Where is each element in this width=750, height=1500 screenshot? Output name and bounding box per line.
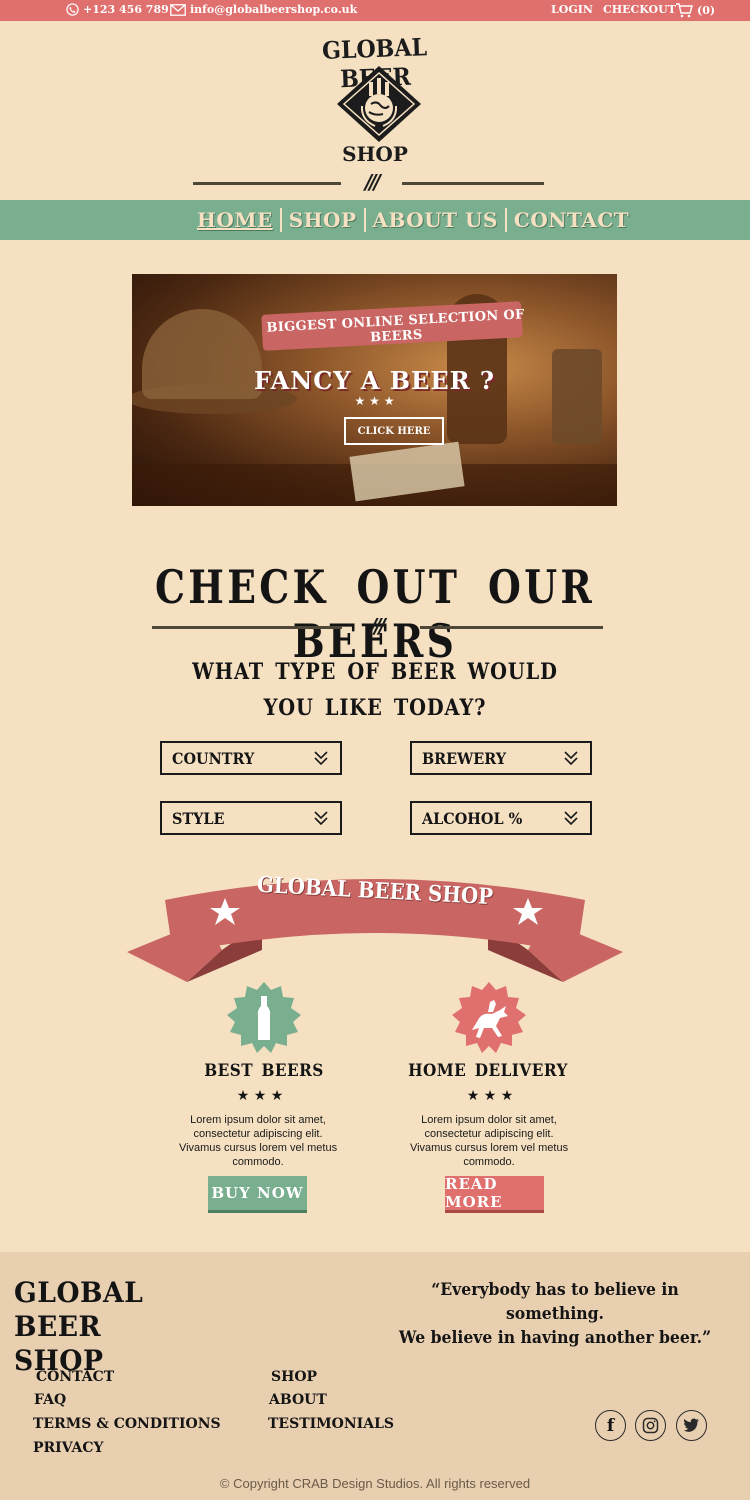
footer-quote-line-1: “Everybody has to believe in something.	[431, 1280, 679, 1324]
style-select[interactable]: STYLE	[160, 801, 342, 835]
footer-brand: GLOBAL BEER SHOP	[14, 1276, 223, 1378]
phone-number: +123 456 789	[83, 3, 169, 16]
instagram-icon[interactable]	[635, 1410, 666, 1441]
nav-shop[interactable]: SHOP	[282, 208, 364, 232]
buy-now-button[interactable]: BUY NOW	[208, 1176, 307, 1210]
double-chevron-down-icon	[314, 751, 328, 766]
beer-question: WHAT TYPE OF BEER WOULD YOU LIKE TODAY?	[45, 654, 705, 726]
country-select[interactable]: COUNTRY	[160, 741, 342, 775]
double-chevron-down-icon	[564, 811, 578, 826]
heading-divider-slashes: ///	[370, 614, 386, 638]
footer-link-faq[interactable]: FAQ	[34, 1392, 66, 1408]
best-beers-description: Lorem ipsum dolor sit amet, consectetur …	[178, 1114, 338, 1168]
footer-quote: “Everybody has to believe in something. …	[394, 1278, 716, 1350]
hero-headline: FANCY A BEER ?	[254, 366, 495, 395]
best-beers-stars: ★ ★ ★	[236, 1088, 284, 1104]
heading-divider-right	[420, 626, 603, 629]
alcohol-select-label: ALCOHOL %	[422, 808, 523, 828]
beer-question-line-2: YOU LIKE TODAY?	[263, 695, 487, 721]
alcohol-select[interactable]: ALCOHOL %	[410, 801, 592, 835]
read-more-button[interactable]: READ MORE	[445, 1175, 544, 1211]
email-address: info@globalbeershop.co.uk	[190, 3, 358, 16]
login-label: LOGIN	[551, 3, 593, 16]
footer-brand-line-1: GLOBAL BEER	[14, 1276, 144, 1343]
logo-divider-left	[193, 182, 341, 185]
footer-link-about[interactable]: ABOUT	[269, 1392, 327, 1408]
nav-about-us[interactable]: ABOUT US	[366, 208, 505, 232]
mail-icon	[170, 3, 186, 16]
cart-link[interactable]: (0)	[675, 3, 715, 18]
top-bar: +123 456 789 info@globalbeershop.co.uk L…	[0, 0, 750, 21]
best-beers-title: BEST BEERS	[204, 1061, 324, 1081]
hero-click-here-button[interactable]: CLICK HERE	[344, 417, 444, 445]
site-logo[interactable]: GLOBAL BEER SHOP	[290, 28, 460, 168]
logo-subtitle: SHOP	[342, 142, 408, 166]
footer-link-terms[interactable]: TERMS & CONDITIONS	[33, 1416, 221, 1432]
instagram-glyph	[642, 1417, 659, 1434]
double-chevron-down-icon	[314, 811, 328, 826]
footer-link-privacy[interactable]: PRIVACY	[33, 1440, 104, 1456]
hero-stars: ★ ★ ★	[354, 394, 395, 408]
nav-contact[interactable]: CONTACT	[507, 208, 636, 232]
cart-icon	[676, 3, 693, 18]
home-delivery-title: HOME DELIVERY	[408, 1061, 568, 1081]
home-delivery-description: Lorem ipsum dolor sit amet, consectetur …	[409, 1114, 569, 1168]
facebook-icon[interactable]: f	[595, 1410, 626, 1441]
cart-count: (0)	[697, 4, 716, 17]
country-select-label: COUNTRY	[172, 748, 255, 768]
phone-contact[interactable]: +123 456 789	[66, 3, 169, 16]
facebook-glyph: f	[606, 1415, 615, 1436]
logo-divider-right	[402, 182, 544, 185]
footer-link-shop[interactable]: SHOP	[271, 1369, 317, 1385]
footer-quote-line-2: We believe in having another beer.”	[398, 1328, 712, 1348]
brewery-select-label: BREWERY	[422, 748, 507, 768]
globe-emblem-icon	[337, 66, 421, 142]
twitter-glyph	[683, 1418, 699, 1432]
logo-divider-slashes: ///	[365, 170, 381, 194]
checkout-label: CHECKOUT	[603, 3, 676, 16]
horse-rider-icon	[452, 982, 526, 1053]
phone-icon	[66, 3, 79, 16]
style-select-label: STYLE	[172, 808, 225, 828]
brewery-select[interactable]: BREWERY	[410, 741, 592, 775]
beer-bottle-icon	[227, 982, 301, 1053]
hero-banner[interactable]: BIGGEST ONLINE SELECTION OF BEERS FANCY …	[132, 274, 617, 506]
beer-question-line-1: WHAT TYPE OF BEER WOULD	[192, 659, 558, 685]
copyright-text: © Copyright CRAB Design Studios. All rig…	[219, 1476, 531, 1491]
checkout-link[interactable]: CHECKOUT	[603, 3, 676, 16]
main-nav: HOME SHOP ABOUT US CONTACT	[0, 200, 750, 240]
login-link[interactable]: LOGIN	[551, 3, 593, 16]
home-delivery-stars: ★ ★ ★	[466, 1088, 514, 1104]
email-contact[interactable]: info@globalbeershop.co.uk	[170, 3, 357, 16]
nav-home[interactable]: HOME	[190, 208, 280, 232]
double-chevron-down-icon	[564, 751, 578, 766]
twitter-icon[interactable]	[676, 1410, 707, 1441]
heading-divider-left	[152, 626, 342, 629]
footer-link-testimonials[interactable]: TESTIMONIALS	[268, 1416, 394, 1432]
footer-link-contact[interactable]: CONTACT	[36, 1369, 114, 1385]
